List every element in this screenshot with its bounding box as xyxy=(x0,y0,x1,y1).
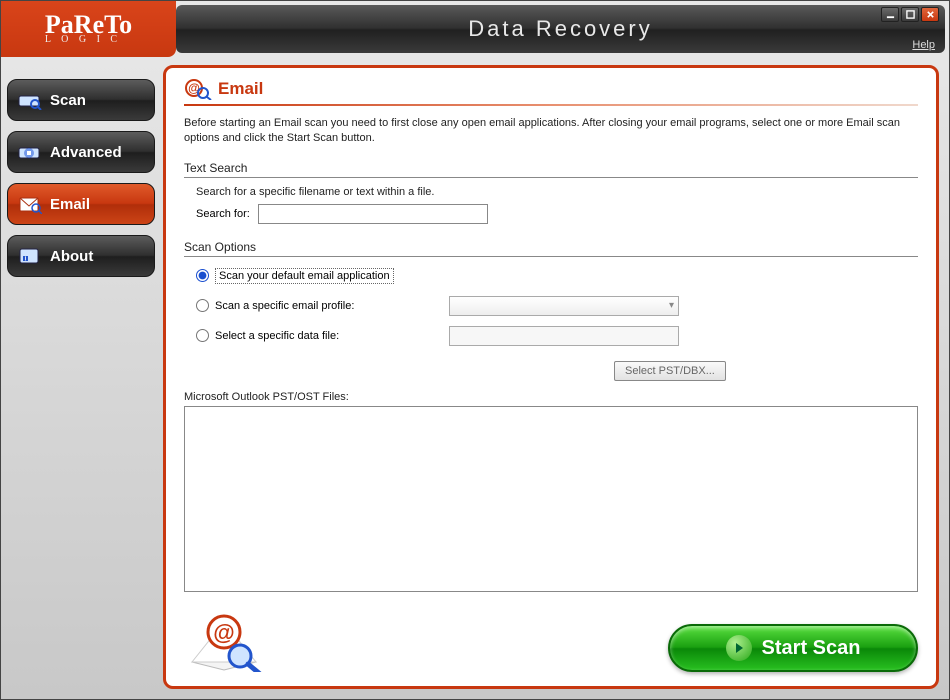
close-button[interactable] xyxy=(921,7,939,22)
profile-dropdown[interactable] xyxy=(449,296,679,316)
panel-header: @ Email xyxy=(184,78,918,104)
radio-specific-file[interactable] xyxy=(196,329,209,342)
sidebar: Scan Advanced Email i About xyxy=(7,65,155,689)
text-search-heading: Text Search xyxy=(184,161,918,175)
main-panel: @ Email Before starting an Email scan yo… xyxy=(163,65,939,689)
svg-text:@: @ xyxy=(213,620,234,645)
title-area: Data Recovery Help xyxy=(176,5,945,53)
pst-files-label: Microsoft Outlook PST/OST Files: xyxy=(184,391,918,403)
minimize-icon xyxy=(886,10,895,19)
sidebar-item-label: Email xyxy=(50,196,90,213)
sidebar-item-about[interactable]: i About xyxy=(7,235,155,277)
text-search-hint: Search for a specific filename or text w… xyxy=(196,186,918,198)
about-icon: i xyxy=(18,246,42,266)
window-controls xyxy=(881,7,939,22)
help-link[interactable]: Help xyxy=(912,39,935,51)
radio-default-app[interactable] xyxy=(196,269,209,282)
option-label: Scan your default email application xyxy=(215,268,394,284)
select-file-row: Select PST/DBX... xyxy=(614,361,918,381)
app-title: Data Recovery xyxy=(468,16,653,42)
option-default-app: Scan your default email application xyxy=(196,265,918,287)
envelope-at-icon: @ xyxy=(184,602,264,672)
titlebar: PaReTo L O G I C Data Recovery Help xyxy=(1,1,949,57)
sidebar-item-scan[interactable]: Scan xyxy=(7,79,155,121)
logo-sub: L O G I C xyxy=(45,36,132,45)
search-row: Search for: xyxy=(196,204,918,224)
logo-text: PaReTo L O G I C xyxy=(45,14,132,45)
pst-files-list[interactable] xyxy=(184,406,918,592)
close-icon xyxy=(926,10,935,19)
scan-options-heading: Scan Options xyxy=(184,240,918,254)
intro-text: Before starting an Email scan you need t… xyxy=(184,116,918,147)
sidebar-item-email[interactable]: Email xyxy=(7,183,155,225)
radio-specific-profile[interactable] xyxy=(196,299,209,312)
drive-advanced-icon xyxy=(18,142,42,162)
email-search-icon: @ xyxy=(184,78,212,100)
datafile-path-field[interactable] xyxy=(449,326,679,346)
divider xyxy=(184,177,918,178)
app-window: PaReTo L O G I C Data Recovery Help xyxy=(0,0,950,700)
panel-title: Email xyxy=(218,79,263,99)
search-input[interactable] xyxy=(258,204,488,224)
start-scan-label: Start Scan xyxy=(762,637,861,660)
drive-scan-icon xyxy=(18,90,42,110)
sidebar-item-label: Advanced xyxy=(50,144,122,161)
option-specific-file: Select a specific data file: xyxy=(196,325,918,347)
option-specific-profile: Scan a specific email profile: xyxy=(196,295,918,317)
email-icon xyxy=(18,194,42,214)
sidebar-item-label: About xyxy=(50,248,93,265)
maximize-button[interactable] xyxy=(901,7,919,22)
sidebar-item-advanced[interactable]: Advanced xyxy=(7,131,155,173)
divider xyxy=(184,104,918,106)
bottom-row: @ Start Scan xyxy=(184,602,918,672)
option-label: Select a specific data file: xyxy=(215,330,443,342)
maximize-icon xyxy=(906,10,915,19)
start-scan-button[interactable]: Start Scan xyxy=(668,624,918,672)
sidebar-item-label: Scan xyxy=(50,92,86,109)
divider xyxy=(184,256,918,257)
body: Scan Advanced Email i About xyxy=(1,57,949,699)
search-for-label: Search for: xyxy=(196,208,250,220)
scan-options: Scan your default email application Scan… xyxy=(196,265,918,355)
play-icon xyxy=(726,635,752,661)
minimize-button[interactable] xyxy=(881,7,899,22)
option-label: Scan a specific email profile: xyxy=(215,300,443,312)
logo: PaReTo L O G I C xyxy=(1,1,176,57)
select-file-button[interactable]: Select PST/DBX... xyxy=(614,361,726,381)
